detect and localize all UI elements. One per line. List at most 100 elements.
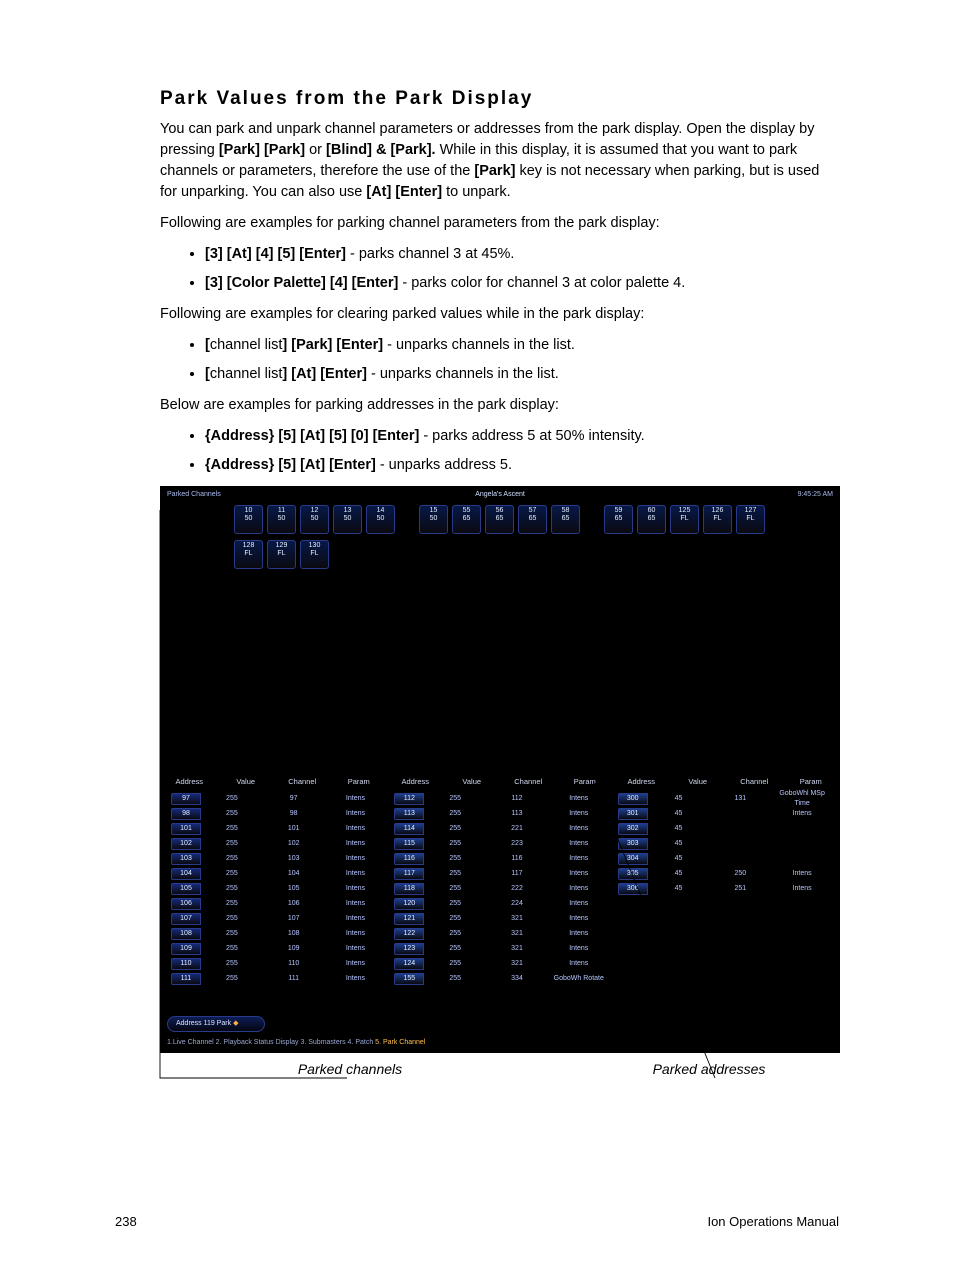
callout-label-left: Parked channels [160,1059,520,1079]
value-cell: 255 [424,974,486,984]
address-cell[interactable]: 118 [394,883,424,895]
param-cell: Intens [325,974,387,984]
address-cell[interactable]: 102 [171,838,201,850]
param-cell: Intens [771,884,833,894]
table-row: 117255117Intens [390,867,609,882]
channel-cell: 110 [263,959,325,969]
address-cell[interactable]: 301 [618,808,648,820]
param-cell: Intens [325,824,387,834]
param-cell: Intens [548,839,610,849]
text: channel list [210,337,283,353]
channel-tile[interactable]: 128FL [234,540,263,569]
address-cell[interactable]: 304 [618,853,648,865]
param-cell: Intens [548,794,610,804]
address-cell[interactable]: 105 [171,883,201,895]
table-row: 30445 [614,852,833,867]
value-cell: 255 [424,914,486,924]
address-cell[interactable]: 115 [394,838,424,850]
channel-tile[interactable]: 1250 [300,505,329,534]
channel-tile[interactable]: 1450 [366,505,395,534]
text: - unparks channels in the list. [367,366,559,382]
address-cell[interactable]: 117 [394,868,424,880]
section-heading: Park Values from the Park Display [160,85,839,113]
address-cell[interactable]: 106 [171,898,201,910]
address-cell[interactable]: 113 [394,808,424,820]
table-row: 103255103Intens [167,852,386,867]
table-row: 120255224Intens [390,897,609,912]
table-row: 113255113Intens [390,807,609,822]
address-cell[interactable]: 124 [394,958,424,970]
address-cell[interactable]: 101 [171,823,201,835]
channel-tile[interactable]: 1050 [234,505,263,534]
address-cell[interactable]: 108 [171,928,201,940]
address-cell[interactable]: 302 [618,823,648,835]
table-header: Param [331,777,388,788]
address-cell[interactable]: 116 [394,853,424,865]
list-item: {Address} [5] [At] [5] [0] [Enter] - par… [205,426,839,447]
address-cell[interactable]: 98 [171,808,201,820]
command-line[interactable]: Address 119 Park ◆ [167,1016,265,1032]
channel-tile[interactable]: 125FL [670,505,699,534]
value-cell: 255 [201,959,263,969]
address-cell[interactable]: 155 [394,973,424,985]
callout-label-right: Parked addresses [520,1059,838,1079]
address-cell[interactable]: 111 [171,973,201,985]
channel-tile[interactable]: 5665 [485,505,514,534]
channel-tile[interactable]: 1550 [419,505,448,534]
key-sequence: [Park] [Park] [219,142,305,158]
channel-tile[interactable]: 126FL [703,505,732,534]
table-header: Address [613,777,670,788]
channel-tile[interactable]: 5865 [551,505,580,534]
channel-tile[interactable]: 1350 [333,505,362,534]
param-cell: Intens [548,854,610,864]
address-cell[interactable]: 305 [618,868,648,880]
channel-tile[interactable]: 129FL [267,540,296,569]
channel-tile[interactable]: 130FL [300,540,329,569]
address-cell[interactable]: 103 [171,853,201,865]
bottom-tabs[interactable]: 1.Live Channel 2. Playback Status Displa… [167,1038,425,1048]
bullet-list: [channel list] [Park] [Enter] - unparks … [160,335,839,385]
key-sequence: [At] [Enter] [366,184,442,200]
address-cell[interactable]: 109 [171,943,201,955]
channel-cell: 321 [486,914,548,924]
address-cell[interactable]: 110 [171,958,201,970]
table-row: 114255221Intens [390,822,609,837]
channel-cell: 101 [263,824,325,834]
address-cell[interactable]: 300 [618,793,648,805]
address-cell[interactable]: 121 [394,913,424,925]
address-column-1: 9725597Intens9825598Intens101255101Inten… [167,792,386,1012]
address-cell[interactable]: 303 [618,838,648,850]
value-cell: 255 [201,899,263,909]
channel-cell: 105 [263,884,325,894]
channel-tile[interactable]: 6065 [637,505,666,534]
table-header: Address [161,777,218,788]
param-cell: Intens [548,809,610,819]
address-cell[interactable]: 122 [394,928,424,940]
channel-tile[interactable]: 127FL [736,505,765,534]
param-cell: Intens [548,884,610,894]
channel-cell: 224 [486,899,548,909]
table-row: 107255107Intens [167,912,386,927]
address-cell[interactable]: 123 [394,943,424,955]
param-cell: Intens [325,959,387,969]
channel-tile[interactable]: 5965 [604,505,633,534]
address-cell[interactable]: 112 [394,793,424,805]
value-cell: 45 [648,839,710,849]
value-cell: 255 [201,914,263,924]
param-cell: GoboWh Rotate [548,974,610,984]
text: - unparks channels in the list. [383,337,575,353]
value-cell: 255 [201,929,263,939]
address-cell[interactable]: 114 [394,823,424,835]
param-cell: Intens [325,809,387,819]
address-cell[interactable]: 104 [171,868,201,880]
channel-tile[interactable]: 5565 [452,505,481,534]
channel-tile[interactable]: 1150 [267,505,296,534]
channel-cell: 321 [486,929,548,939]
channel-tile[interactable]: 5765 [518,505,547,534]
address-cell[interactable]: 97 [171,793,201,805]
channel-cell: 223 [486,839,548,849]
address-cell[interactable]: 306 [618,883,648,895]
address-cell[interactable]: 120 [394,898,424,910]
address-cell[interactable]: 107 [171,913,201,925]
table-row: 124255321Intens [390,957,609,972]
